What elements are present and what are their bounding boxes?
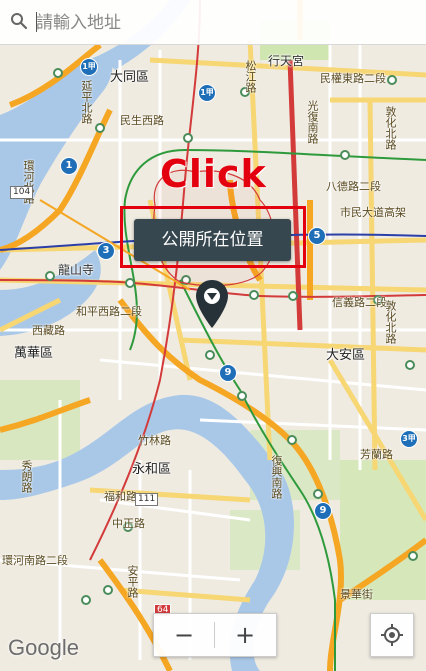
road-label: 松江路 [244,60,257,93]
road-label: 秀朗路 [20,460,33,493]
district-label: 永和區 [132,462,172,477]
area-label: 龍山寺 [58,263,95,277]
road-label: 延平北路 [80,80,93,124]
click-annotation: Click [160,152,267,196]
search-bar [0,0,426,45]
zoom-in-button[interactable]: + [215,614,275,656]
road-label: 民權東路二段 [320,72,386,85]
search-icon [11,13,28,30]
route-shield: 9 [314,502,332,520]
road-label: 光復南路 [306,100,319,144]
route-shield: 5 [308,227,326,245]
zoom-controls: − + [153,613,277,657]
zoom-out-button[interactable]: − [154,614,214,656]
share-location-tooltip-button[interactable]: 公開所在位置 [134,219,291,261]
location-pin-icon[interactable] [194,278,230,332]
text-cursor [36,12,37,32]
area-label: 行天宮 [268,54,305,68]
route-shield: 1甲 [80,58,98,76]
road-label: 市民大道高架 [340,206,406,219]
road-label: 西藏路 [32,324,65,337]
road-label: 敦化北路 [384,106,397,150]
route-shield: 3 [97,242,115,260]
route-shield: 104 [10,186,34,199]
route-shield: 111 [135,493,159,506]
road-label: 安平路 [126,565,139,598]
road-label: 竹林路 [138,434,171,447]
my-location-button[interactable] [370,613,414,657]
road-label: 中正路 [112,517,145,530]
road-label: 八德路二段 [326,180,381,193]
route-shield: 1甲 [198,84,216,102]
district-label: 大安區 [326,348,366,363]
route-shield: 3甲 [400,430,418,448]
road-label: 復興南路 [270,455,283,499]
district-label: 萬華區 [14,346,54,361]
google-logo: Google [8,635,79,660]
road-label: 環河南路二段 [2,554,68,567]
district-label: 大同區 [110,70,150,85]
address-search-input[interactable] [34,8,398,38]
route-shield: 9 [219,364,237,382]
park-area [340,460,426,600]
route-shield: 1 [60,157,78,175]
crosshair-icon [381,624,403,646]
road-label: 民生西路 [120,114,164,127]
road-label: 福和路 [104,490,137,503]
road-label: 信義路二段 [332,296,387,309]
road-label: 景華街 [340,588,373,601]
road-label: 芳蘭路 [360,448,393,461]
road-label: 和平西路二段 [76,305,142,318]
road-label: 敦化北路 [384,300,397,344]
